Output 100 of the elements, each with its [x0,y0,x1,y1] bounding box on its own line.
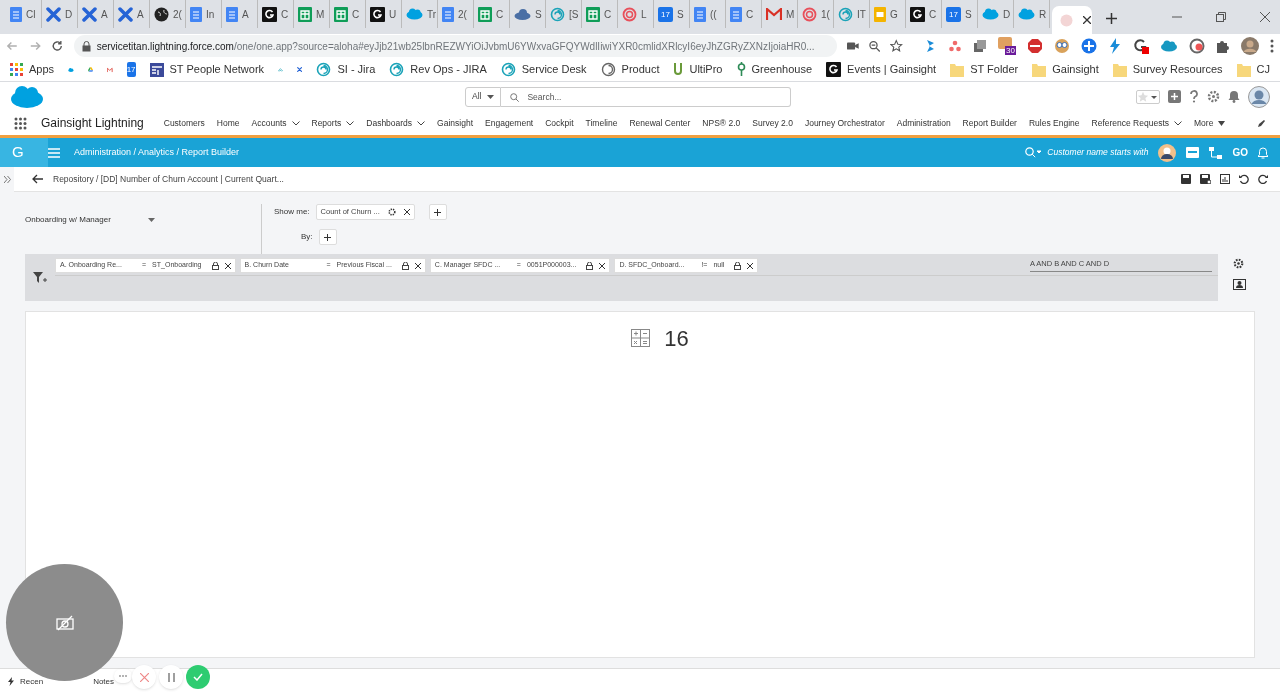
nav-tab[interactable]: NPS® 2.0 [702,116,741,130]
browser-tab[interactable]: C [582,0,618,28]
save-icon[interactable] [1181,174,1191,184]
browser-tab[interactable]: A [114,0,150,28]
recent-items-link[interactable]: Recen [20,675,44,688]
browser-tab[interactable]: 2( [438,0,474,28]
browser-tab[interactable]: S [510,0,546,28]
bookmark[interactable]: Service Desk [500,61,587,78]
browser-tab[interactable]: C [330,0,366,28]
calendar-icon[interactable]: 17 [126,62,136,77]
notes-link[interactable]: Notes [93,675,115,688]
bookmark[interactable]: Apps [10,61,55,78]
avatar-icon[interactable] [1241,37,1259,55]
bookmark[interactable]: UltiPro [673,61,723,78]
nav-tab[interactable]: Home [216,116,240,130]
browser-tab[interactable]: M [294,0,330,28]
browser-tab[interactable]: 2( [150,0,186,28]
bookmark[interactable]: Greenhouse [736,61,813,78]
bookmark[interactable]: Survey Resources [1112,61,1223,78]
refresh-icon[interactable] [1258,174,1268,184]
back-arrow-icon[interactable] [32,174,43,184]
close-icon[interactable] [414,262,421,269]
dots-icon[interactable] [948,39,962,53]
target-icon[interactable] [1189,38,1205,54]
browser-tab[interactable]: C [906,0,942,28]
browser-tab[interactable]: (( [690,0,726,28]
browser-tab[interactable]: U [366,0,402,28]
add-button[interactable] [428,204,447,220]
browser-tab[interactable]: Cl [6,0,42,28]
avatar-icon[interactable] [1158,143,1177,162]
chart-icon[interactable] [1220,174,1230,184]
browser-tab[interactable]: 17 S [654,0,690,28]
browser-tab[interactable] [1052,6,1092,34]
nav-tab[interactable]: Cockpit [545,116,574,130]
star-icon[interactable] [890,39,903,53]
nav-tab[interactable]: Survey 2.0 [752,116,793,130]
browser-tab[interactable]: D [42,0,78,28]
bell-icon[interactable] [1228,90,1240,103]
close-icon[interactable] [747,262,754,269]
bookmark[interactable]: Product [600,61,660,78]
owl-icon[interactable] [1054,38,1070,54]
browser-tab[interactable]: In [186,0,222,28]
hierarchy-icon[interactable] [1209,146,1223,159]
browser-tab[interactable]: L [618,0,654,28]
nav-tab[interactable]: Engagement [485,116,534,130]
bookmark[interactable]: Gainsight [1032,61,1099,78]
plus-circle-icon[interactable] [1081,38,1097,54]
avatar-icon[interactable] [1248,85,1270,108]
nav-tab[interactable]: Gainsight [437,116,474,130]
adblock-icon[interactable] [1027,38,1043,54]
settings-icon[interactable] [1233,258,1244,269]
object-dropdown[interactable]: Onboarding w/ Manager [25,210,155,230]
cloud-icon[interactable] [1160,40,1178,52]
close-icon[interactable] [224,262,231,269]
browser-tab[interactable]: Tr [402,0,438,28]
grammar-icon[interactable] [1133,38,1149,54]
address-bar[interactable]: servicetitan.lightning.force.com/one/one.app?source=aloha#eyJjb21wb25lbnREZWYiOiJvbmU6YWxvaGFQYWdlIiwiYXR0cmlidXRlcyI6eyJhZGRyZXNzIjoiaHR0... [73,35,838,57]
puzzle-icon[interactable] [1216,39,1230,53]
browser-tab[interactable]: 17 S [942,0,978,28]
nav-tab[interactable]: Reference Requests [1091,116,1182,130]
calendar-icon[interactable] [1186,147,1200,158]
nav-tab[interactable]: Report Builder [962,116,1017,130]
global-search-field[interactable]: Search... [501,86,792,107]
browser-tab[interactable]: IT [834,0,870,28]
bookmark[interactable]: CJ [1236,61,1271,78]
sidebar-toggle[interactable] [0,166,14,192]
close-icon[interactable] [1260,12,1270,22]
bell-icon[interactable] [1258,146,1268,159]
nav-tab[interactable]: Reports [311,116,355,130]
nav-tab[interactable]: Journey Orchestrator [804,116,885,130]
plus-icon[interactable] [1168,90,1181,103]
browser-tab[interactable]: C [474,0,510,28]
browser-tab[interactable]: G [870,0,906,28]
image-icon[interactable] [1233,279,1246,290]
app-launcher-icon[interactable] [14,116,27,130]
camera-icon[interactable] [847,41,859,51]
nav-tab[interactable]: Rules Engine [1028,116,1080,130]
undo-icon[interactable] [1239,174,1249,184]
reload-icon[interactable] [51,39,64,53]
browser-tab[interactable]: 1( [798,0,834,28]
browser-tab[interactable]: M [762,0,798,28]
help-icon[interactable] [1189,90,1199,103]
filter-icon[interactable] [33,271,47,284]
nav-tab[interactable]: Accounts [251,116,300,130]
save-as-icon[interactable] [1200,174,1211,184]
nav-tab[interactable]: More [1194,116,1226,130]
zoom-icon[interactable] [868,39,881,53]
close-icon[interactable] [599,262,606,269]
nav-tab[interactable]: Customers [163,116,205,130]
settings-icon[interactable] [387,208,396,216]
add-button[interactable] [318,229,337,245]
lightning-icon[interactable] [8,677,14,686]
bookmark[interactable]: Events | Gainsight [826,61,937,78]
bookmark[interactable]: SI - Jira [316,61,376,78]
browser-tab[interactable]: D [978,0,1014,28]
bookmark[interactable]: Rev Ops - JIRA [389,61,487,78]
search-scope-dropdown[interactable]: All [465,86,502,107]
copy-icon[interactable] [973,39,987,53]
nav-tab[interactable]: Renewal Center [629,116,691,130]
browser-tab[interactable]: A [222,0,258,28]
